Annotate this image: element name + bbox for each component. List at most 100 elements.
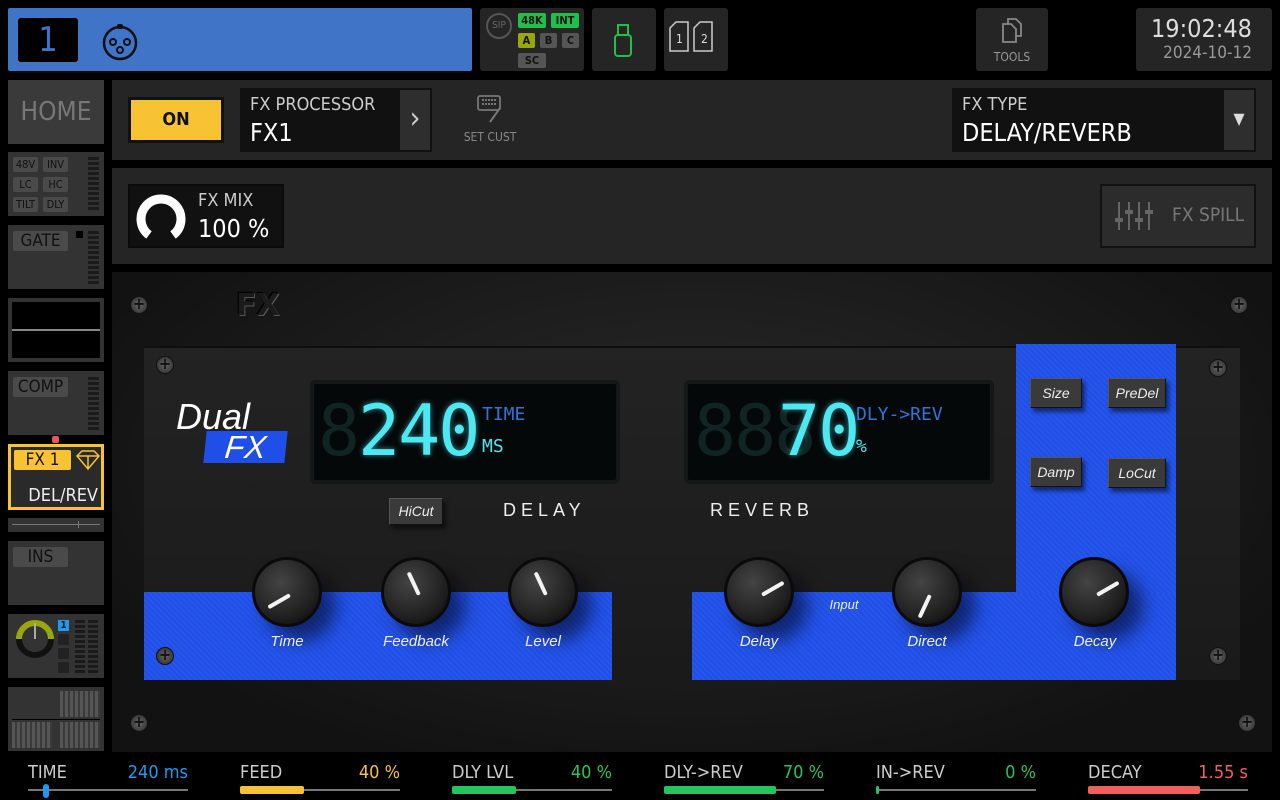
fx-type-dropdown[interactable]: FX TYPE DELAY/REVERB ▼	[952, 88, 1256, 152]
fx-slot-active[interactable]: FX 1 DEL/REV	[8, 444, 104, 510]
sd-card-2-label: 2	[701, 32, 708, 46]
channel-number: 1	[18, 18, 78, 62]
bus-meter-left	[75, 620, 85, 675]
gate-section[interactable]: GATE	[8, 225, 104, 289]
fx-mix-knob-icon	[136, 194, 186, 239]
param-value: 0 %	[1005, 762, 1036, 783]
param-feed[interactable]: FEED 40 %	[240, 760, 400, 800]
delay-lcd-line2: MS	[482, 436, 504, 457]
screw-icon	[130, 712, 148, 732]
chip-c: C	[562, 33, 579, 48]
param-slider-handle[interactable]	[42, 784, 49, 798]
param-in-rev[interactable]: IN->REV 0 %	[876, 760, 1036, 800]
param-slider-track[interactable]	[876, 789, 1036, 791]
decay-knob[interactable]	[1059, 557, 1129, 627]
param-value: 40 %	[358, 762, 400, 783]
bus-badge: 1	[58, 620, 69, 631]
fx-processor-selector[interactable]: FX PROCESSOR FX1 ›	[240, 88, 432, 152]
param-value: 40 %	[570, 762, 612, 783]
locut-button[interactable]: LoCut	[1108, 458, 1166, 488]
damp-button[interactable]: Damp	[1030, 457, 1082, 487]
chip-b: B	[540, 33, 557, 48]
set-custom-button[interactable]: SET CUST	[456, 94, 524, 144]
param-dly-lvl[interactable]: DLY LVL 40 %	[452, 760, 612, 800]
param-label: TIME	[28, 762, 67, 783]
fx-on-button[interactable]: ON	[128, 97, 224, 143]
input-meter	[88, 157, 99, 212]
dropdown-arrow-icon[interactable]: ▼	[1224, 90, 1254, 150]
param-slider-fill[interactable]	[452, 786, 516, 794]
param-value: 70 %	[782, 762, 824, 783]
tag-dly: DLY	[43, 197, 68, 212]
tag-hc: HC	[43, 177, 68, 192]
knob-indicator	[406, 571, 421, 596]
faders-icon	[1115, 202, 1153, 230]
fx-slot-type: DEL/REV	[28, 485, 98, 506]
knob-indicator	[533, 571, 548, 596]
fader-section[interactable]	[8, 687, 104, 751]
param-time[interactable]: TIME 240 ms	[28, 760, 188, 800]
screw-icon	[156, 645, 174, 665]
lcd-dim-digits: 8	[318, 390, 360, 472]
level-knob-label: Level	[525, 633, 561, 650]
param-decay[interactable]: DECAY 1.55 s	[1088, 760, 1248, 800]
screw-icon	[130, 294, 148, 314]
fx-mix-caption: FX MIX	[198, 190, 254, 211]
size-button[interactable]: Size	[1030, 378, 1082, 408]
input-group-label: Input	[829, 597, 859, 612]
eq-section[interactable]	[8, 298, 104, 362]
eq-curve-display	[12, 302, 100, 358]
tag-lc: LC	[13, 177, 38, 192]
pan-slider[interactable]	[8, 518, 104, 532]
level-knob[interactable]	[508, 557, 578, 627]
param-slider-fill[interactable]	[1088, 786, 1200, 794]
fx-processor-value: FX1	[250, 118, 293, 147]
hicut-button[interactable]: HiCut	[389, 498, 443, 525]
reverb-lcd-display: 888 70 DLY->REV %	[684, 380, 994, 484]
param-slider-fill[interactable]	[240, 786, 304, 794]
direct-knob[interactable]	[892, 557, 962, 627]
brand-fx: FX	[203, 429, 288, 465]
param-slider-track[interactable]	[28, 789, 188, 791]
sd-card-icon	[669, 21, 713, 52]
param-label: DLY->REV	[664, 762, 743, 783]
param-slider-fill[interactable]	[664, 786, 776, 794]
home-button[interactable]: HOME	[8, 80, 104, 144]
param-value: 240 ms	[127, 762, 188, 783]
tools-button[interactable]: TOOLS	[976, 8, 1048, 71]
chevron-right-icon[interactable]: ›	[400, 90, 430, 150]
bus-meter-right	[88, 620, 98, 675]
clock-source-chip: INT	[551, 13, 579, 28]
rack-logo: FX	[236, 288, 280, 323]
gate-meter	[88, 231, 99, 286]
reverb-delay-knob[interactable]	[724, 557, 794, 627]
knob-indicator	[1096, 580, 1120, 597]
fx-spill-button[interactable]: FX SPILL	[1100, 184, 1256, 248]
usb-button[interactable]	[592, 8, 656, 71]
delay-lcd-display: 8 240 TIME MS	[310, 380, 620, 484]
comp-section[interactable]: COMP	[8, 371, 104, 435]
delay-time-digits: 240	[358, 390, 480, 472]
param-label: DLY LVL	[452, 762, 514, 783]
fx-slot-label: FX 1	[14, 450, 71, 470]
screw-icon	[1230, 294, 1248, 314]
time-knob[interactable]	[252, 557, 322, 627]
screw-icon	[1209, 645, 1227, 665]
predelay-button[interactable]: PreDel	[1108, 378, 1166, 408]
xlr-connector-icon	[102, 24, 138, 61]
tag-48v: 48V	[13, 157, 38, 172]
feedback-knob[interactable]	[381, 557, 451, 627]
clock-date: 2024-10-12	[1163, 43, 1252, 63]
param-dly-rev[interactable]: DLY->REV 70 %	[664, 760, 824, 800]
direct-knob-label: Direct	[907, 633, 947, 650]
insert-section[interactable]: INS	[8, 541, 104, 605]
fx-mix-control[interactable]: FX MIX 100 %	[128, 184, 284, 248]
param-label: DECAY	[1088, 762, 1142, 783]
reverb-lcd-line1: DLY->REV	[856, 404, 943, 425]
input-section[interactable]: 48V INV LC HC TILT DLY	[8, 152, 104, 216]
sip-indicator: SIP	[486, 13, 512, 39]
param-slider-fill[interactable]	[876, 786, 879, 794]
bus-send-section[interactable]: 1	[8, 614, 104, 678]
sample-rate-chip: 48K	[518, 13, 546, 28]
sd-card-button[interactable]: 1 2	[664, 8, 728, 71]
